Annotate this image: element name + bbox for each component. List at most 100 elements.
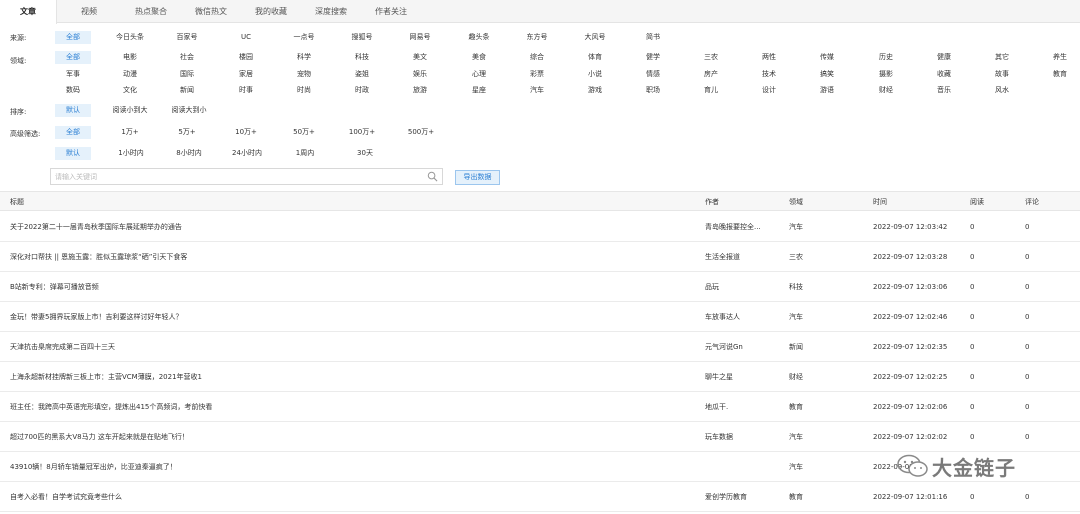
field-option[interactable]: 动漫 <box>112 68 148 81</box>
field-option[interactable]: 育儿 <box>693 84 729 97</box>
source-option-4[interactable]: 一点号 <box>286 31 322 44</box>
field-option[interactable]: 宠物 <box>286 68 322 81</box>
field-option[interactable]: 旅游 <box>402 84 438 97</box>
field-option[interactable]: 文化 <box>112 84 148 97</box>
tab-videos[interactable]: 视频 <box>60 0 118 23</box>
row-title[interactable]: B站新专利：弹幕可播放音频 <box>10 272 690 302</box>
read-filter-option-3[interactable]: 10万+ <box>228 126 264 139</box>
search-input[interactable] <box>51 169 421 184</box>
header-author[interactable]: 作者 <box>705 192 719 212</box>
row-title[interactable]: 上海永超新材挂牌新三板上市：主营VCM薄膜，2021年营收1 <box>10 362 690 392</box>
field-option[interactable]: 风水 <box>984 84 1020 97</box>
row-title[interactable]: 关于2022第二十一届青岛秋季国际车展延期举办的通告 <box>10 212 690 242</box>
field-option[interactable]: 财经 <box>868 84 904 97</box>
header-time[interactable]: 时间 <box>873 192 887 212</box>
table-row[interactable]: B站新专利：弹幕可播放音频 品玩 科技 2022-09-07 12:03:06 0 0 <box>0 272 1080 302</box>
table-row[interactable]: 班主任：我跨高中英语完形填空，提炼出415个高频词，考前快看 地瓜干. 教育 2022… <box>0 392 1080 422</box>
export-data-button[interactable]: 导出数据 <box>455 170 500 185</box>
field-option[interactable]: 情感 <box>635 68 671 81</box>
row-title[interactable]: 金玩！带妻5拥界玩家版上市！吉利要这样讨好年轻人？ <box>10 302 690 332</box>
tab-hot-aggregate[interactable]: 热点聚合 <box>122 0 180 23</box>
header-reads[interactable]: 阅读 <box>970 192 984 212</box>
time-filter-option-4[interactable]: 1周内 <box>287 147 323 160</box>
field-option[interactable]: 教育 <box>1042 68 1078 81</box>
search-icon[interactable] <box>427 171 438 182</box>
header-field[interactable]: 领域 <box>789 192 803 212</box>
field-option[interactable]: 综合 <box>519 51 555 64</box>
row-title[interactable]: 天津抗击臬席完成第二百四十三天 <box>10 332 690 362</box>
field-option[interactable]: 星座 <box>461 84 497 97</box>
field-option[interactable]: 摄影 <box>868 68 904 81</box>
sort-option-2[interactable]: 阅读大到小 <box>171 104 207 117</box>
source-option-7[interactable]: 趣头条 <box>461 31 497 44</box>
field-option[interactable]: 全部 <box>55 51 91 64</box>
field-option[interactable]: 故事 <box>984 68 1020 81</box>
source-option-1[interactable]: 今日头条 <box>112 31 148 44</box>
field-option[interactable]: 音乐 <box>926 84 962 97</box>
field-option[interactable]: 社会 <box>169 51 205 64</box>
read-filter-option-1[interactable]: 1万+ <box>112 126 148 139</box>
field-option[interactable]: 电影 <box>112 51 148 64</box>
table-row[interactable]: 关于2022第二十一届青岛秋季国际车展延期举办的通告 青岛晚报要控全... 汽车 20… <box>0 212 1080 242</box>
time-filter-option-2[interactable]: 8小时内 <box>171 147 207 160</box>
field-option[interactable]: 科技 <box>344 51 380 64</box>
field-option[interactable]: 美文 <box>402 51 438 64</box>
row-title[interactable]: 自考入必看！自学考试究竟考些什么 <box>10 482 690 512</box>
field-option[interactable]: 科学 <box>286 51 322 64</box>
header-title[interactable]: 标题 <box>10 192 24 212</box>
field-option[interactable]: 设计 <box>751 84 787 97</box>
sort-option-1[interactable]: 阅读小到大 <box>112 104 148 117</box>
table-row[interactable]: 深化对口帮扶 || 恩施玉露：胜似玉露琼浆“硒”引天下食客 生活全报道 三农 2022… <box>0 242 1080 272</box>
field-option[interactable]: 体育 <box>577 51 613 64</box>
field-option[interactable]: 汽车 <box>519 84 555 97</box>
read-filter-option-2[interactable]: 5万+ <box>169 126 205 139</box>
table-row[interactable]: 超过700匹的黑系大V8马力 这车开起来就是在贴地飞行！ 玩车数据 汽车 2022-0… <box>0 422 1080 452</box>
row-title[interactable]: 43910辆！8月轿车销量冠军出炉，比亚迪秦逼疯了！ <box>10 452 690 482</box>
source-option-9[interactable]: 大风号 <box>577 31 613 44</box>
read-filter-option-5[interactable]: 100万+ <box>344 126 380 139</box>
field-option[interactable]: 数码 <box>55 84 91 97</box>
field-option[interactable]: 时尚 <box>286 84 322 97</box>
field-option[interactable]: 小说 <box>577 68 613 81</box>
row-title[interactable]: 超过700匹的黑系大V8马力 这车开起来就是在贴地飞行！ <box>10 422 690 452</box>
tab-articles[interactable]: 文章 <box>0 0 57 24</box>
field-option[interactable]: 彩票 <box>519 68 555 81</box>
field-option[interactable]: 美食 <box>461 51 497 64</box>
sort-option-0[interactable]: 默认 <box>55 104 91 117</box>
tab-author-follow[interactable]: 作者关注 <box>362 0 420 23</box>
source-option-5[interactable]: 搜狐号 <box>344 31 380 44</box>
field-option[interactable]: 游戏 <box>577 84 613 97</box>
read-filter-option-6[interactable]: 500万+ <box>403 126 439 139</box>
field-option[interactable]: 时政 <box>344 84 380 97</box>
field-option[interactable]: 收藏 <box>926 68 962 81</box>
field-option[interactable]: 三农 <box>693 51 729 64</box>
tab-deep-search[interactable]: 深度搜索 <box>302 0 360 23</box>
source-option-2[interactable]: 百家号 <box>169 31 205 44</box>
field-option[interactable]: 姿姐 <box>344 68 380 81</box>
field-option[interactable]: 健学 <box>635 51 671 64</box>
field-option[interactable]: 技术 <box>751 68 787 81</box>
table-row[interactable]: 金玩！带妻5拥界玩家版上市！吉利要这样讨好年轻人？ 车放事达人 汽车 2022-09-… <box>0 302 1080 332</box>
field-option[interactable]: 娱乐 <box>402 68 438 81</box>
header-comments[interactable]: 评论 <box>1025 192 1039 212</box>
field-option[interactable]: 健康 <box>926 51 962 64</box>
field-option[interactable]: 军事 <box>55 68 91 81</box>
tab-wechat-hot[interactable]: 微信热文 <box>182 0 240 23</box>
source-option-8[interactable]: 东方号 <box>519 31 555 44</box>
read-filter-option-0[interactable]: 全部 <box>55 126 91 139</box>
tab-my-favorites[interactable]: 我的收藏 <box>242 0 300 23</box>
source-option-3[interactable]: UC <box>228 31 264 44</box>
row-title[interactable]: 深化对口帮扶 || 恩施玉露：胜似玉露琼浆“硒”引天下食客 <box>10 242 690 272</box>
time-filter-option-0[interactable]: 默认 <box>55 147 91 160</box>
row-title[interactable]: 班主任：我跨高中英语完形填空，提炼出415个高频词，考前快看 <box>10 392 690 422</box>
field-option[interactable]: 时事 <box>228 84 264 97</box>
field-option[interactable]: 国际 <box>169 68 205 81</box>
source-option-10[interactable]: 简书 <box>635 31 671 44</box>
field-option[interactable]: 新闻 <box>169 84 205 97</box>
table-row[interactable]: 上海永超新材挂牌新三板上市：主营VCM薄膜，2021年营收1 聊牛之星 财经 2022… <box>0 362 1080 392</box>
field-option[interactable]: 职场 <box>635 84 671 97</box>
time-filter-option-5[interactable]: 30天 <box>347 147 383 160</box>
time-filter-option-1[interactable]: 1小时内 <box>113 147 149 160</box>
field-option[interactable]: 游语 <box>809 84 845 97</box>
field-option[interactable]: 房产 <box>693 68 729 81</box>
